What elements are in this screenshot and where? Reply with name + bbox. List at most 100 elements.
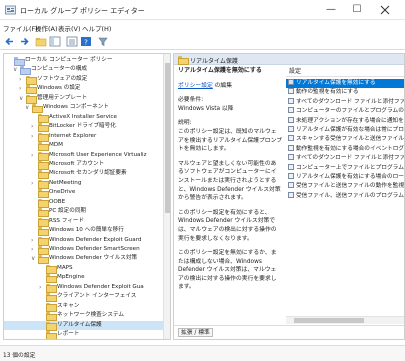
tree-item[interactable]: ∨ 管理用テンプレート <box>4 94 164 104</box>
collapse-arrow-icon[interactable]: ∨ <box>19 94 25 103</box>
folder-icon <box>46 274 57 284</box>
setting-row[interactable]: リアルタイム保護を無効にする <box>286 79 404 88</box>
expand-arrow-icon[interactable]: › <box>19 75 25 84</box>
tree-item[interactable]: › Windows の設定 <box>4 84 164 95</box>
back-icon[interactable] <box>4 36 16 47</box>
edit-policy-suffix: の編集 <box>212 82 233 89</box>
menu-bar: ファイル(F) 操作(A) 表示(V) ヘルプ(H) <box>0 20 405 34</box>
tree-item[interactable]: リアルタイム保護 <box>4 320 164 331</box>
column-header-setting[interactable]: 設定 <box>286 67 404 77</box>
tree-item[interactable]: › Internet Explorer <box>4 132 164 142</box>
setting-row[interactable]: すべてのダウンロード ファイルと添付ファイル <box>286 97 404 107</box>
tree-item[interactable]: RSS フィード <box>4 217 164 227</box>
expand-arrow-icon[interactable]: › <box>19 84 25 93</box>
horizontal-scrollbar[interactable] <box>286 316 404 324</box>
collapse-arrow-icon[interactable]: ∨ <box>25 103 31 112</box>
folder-icon <box>38 160 49 170</box>
setting-row[interactable]: 動作監視を有効にする場合のイベントログ <box>286 144 404 154</box>
tree-item[interactable]: MDM <box>4 141 164 152</box>
tree-item[interactable]: ネットワーク検査システム <box>4 311 164 322</box>
policy-setting-icon <box>288 154 294 161</box>
folder-icon <box>38 123 49 133</box>
policy-setting-icon <box>288 135 294 142</box>
tree-item[interactable]: PC 設定の同期 <box>4 207 164 218</box>
policy-setting-icon <box>288 126 294 132</box>
folder-icon <box>38 142 49 152</box>
tree-item[interactable]: ローカル コンピューター ポリシー <box>4 56 164 66</box>
filter-icon[interactable] <box>97 36 109 47</box>
setting-row[interactable]: 動作の監視を有効にする <box>286 88 404 97</box>
export-list-icon[interactable] <box>66 36 78 47</box>
tree-item[interactable]: › Windows Defender Exploit Guard <box>4 236 164 246</box>
setting-row[interactable]: リアルタイム保護を有効にする場合のロー <box>286 173 404 182</box>
tree-item[interactable]: Microsoft アカウント <box>4 160 164 170</box>
tree-item[interactable]: › Windows Defender Exploit Gua <box>4 283 164 293</box>
maximize-button[interactable]: ☐ <box>344 3 370 17</box>
menu-action[interactable]: 操作(A) <box>35 23 58 33</box>
setting-row[interactable]: 受信ファイルと送信ファイルの動作を監視 <box>286 182 404 191</box>
vertical-scrollbar[interactable] <box>163 54 170 339</box>
tree-item[interactable]: レポート <box>4 330 164 339</box>
navigation-tree[interactable]: ローカル コンピューター ポリシー ∨ コンピューターの構成 › ソフトウェアの設定 › W… <box>3 53 171 340</box>
setting-row[interactable]: すべてのダウンロード ファイルと添付ファイル <box>286 154 404 163</box>
tree-item[interactable]: Microsoft セカンダリ認証要素 <box>4 169 164 180</box>
folder-icon <box>38 179 49 189</box>
tree-item[interactable]: › Windows Defender SmartScreen <box>4 245 164 255</box>
scroll-thumb[interactable] <box>165 63 170 213</box>
expand-arrow-icon[interactable]: › <box>31 236 37 245</box>
setting-row[interactable]: コンピューターのファイルとプログラムの動作 <box>286 107 404 116</box>
tree-item[interactable]: ∨ コンピューターの構成 <box>4 65 164 76</box>
show-hide-tree-icon[interactable] <box>49 36 61 47</box>
expand-arrow-icon[interactable]: › <box>31 132 37 141</box>
tree-item[interactable]: › NetMeeting <box>4 179 164 189</box>
setting-row[interactable]: コンピューター上でファイルとプログラムの動作 <box>286 163 404 173</box>
close-button[interactable] <box>372 3 398 17</box>
minimize-button[interactable]: — <box>318 3 344 17</box>
menu-help[interactable]: ヘルプ(H) <box>82 23 111 33</box>
tree-item[interactable]: › BitLocker ドライブ暗号化 <box>4 122 164 133</box>
setting-row[interactable]: 未処理アクションが存在する場合に通知を <box>286 116 404 126</box>
folder-icon <box>38 217 49 227</box>
expand-arrow-icon[interactable]: › <box>31 179 37 188</box>
expand-arrow-icon[interactable]: › <box>31 122 37 131</box>
tab-extended-standard[interactable]: 拡張 / 標準 <box>178 328 213 337</box>
tree-item[interactable]: OOBE <box>4 198 164 208</box>
edit-policy-link[interactable]: ポリシー設定 <box>178 83 213 89</box>
tree-item[interactable]: ∨ Windows コンポーネント <box>4 103 164 114</box>
tree-item[interactable]: › ソフトウェアの設定 <box>4 75 164 85</box>
menu-file[interactable]: ファイル(F) <box>3 23 38 33</box>
forward-icon[interactable] <box>18 36 30 47</box>
menu-view[interactable]: 表示(V) <box>58 23 81 33</box>
tree-item[interactable]: ActiveX Installer Service <box>4 113 164 123</box>
tree-item[interactable]: › Microsoft User Experience Virtualiz <box>4 151 164 161</box>
tree-item-label: Microsoft アカウント <box>49 160 105 167</box>
folder-icon <box>38 208 49 218</box>
collapse-arrow-icon[interactable]: ∨ <box>31 254 37 263</box>
tree-item[interactable]: MpEngine <box>4 273 164 284</box>
tree-item[interactable]: MAPS <box>4 264 164 274</box>
up-folder-icon[interactable] <box>35 36 47 47</box>
help-icon[interactable]: ? <box>80 36 92 47</box>
setting-label: 未処理アクションが存在する場合に通知を <box>296 117 404 124</box>
collapse-arrow-icon[interactable]: ∨ <box>13 65 19 74</box>
tree-item[interactable]: クライアント インターフェイス <box>4 292 164 303</box>
setting-row[interactable]: 受信ファイル、送信ファイルのプログラムの <box>286 191 404 201</box>
folder-icon <box>46 264 57 274</box>
setting-row[interactable]: リアルタイム保護が有効な場合は常にプロ <box>286 126 404 135</box>
description-paragraph: マルウェアと望ましくない可能性のあるソフトウェアがコンピューターにインストールま… <box>178 160 281 202</box>
setting-label: コンピューター上でファイルとプログラムの動作 <box>296 164 404 171</box>
expand-arrow-icon[interactable]: › <box>31 151 37 160</box>
tree-item[interactable]: OneDrive <box>4 188 164 199</box>
settings-list[interactable]: 設定 リアルタイム保護を無効にする 動作の監視を有効にする すべてのダウンロード フ… <box>286 67 404 324</box>
scroll-thumb[interactable] <box>294 318 364 323</box>
expand-arrow-icon[interactable]: › <box>39 283 45 292</box>
policy-setting-icon <box>288 191 294 198</box>
expand-arrow-icon[interactable]: › <box>31 245 37 254</box>
tree-item[interactable]: スキャン <box>4 302 164 312</box>
setting-row[interactable]: スキャンする受信ファイルと送信ファイル <box>286 135 404 144</box>
tree-item[interactable]: ∨ Windows Defender ウイルス対策 <box>4 254 164 265</box>
status-text: 13 個の設定 <box>3 353 36 359</box>
toolbar: ? <box>0 34 405 50</box>
svg-text:?: ? <box>84 39 88 47</box>
tree-item[interactable]: Windows 10 への簡単な移行 <box>4 226 164 237</box>
